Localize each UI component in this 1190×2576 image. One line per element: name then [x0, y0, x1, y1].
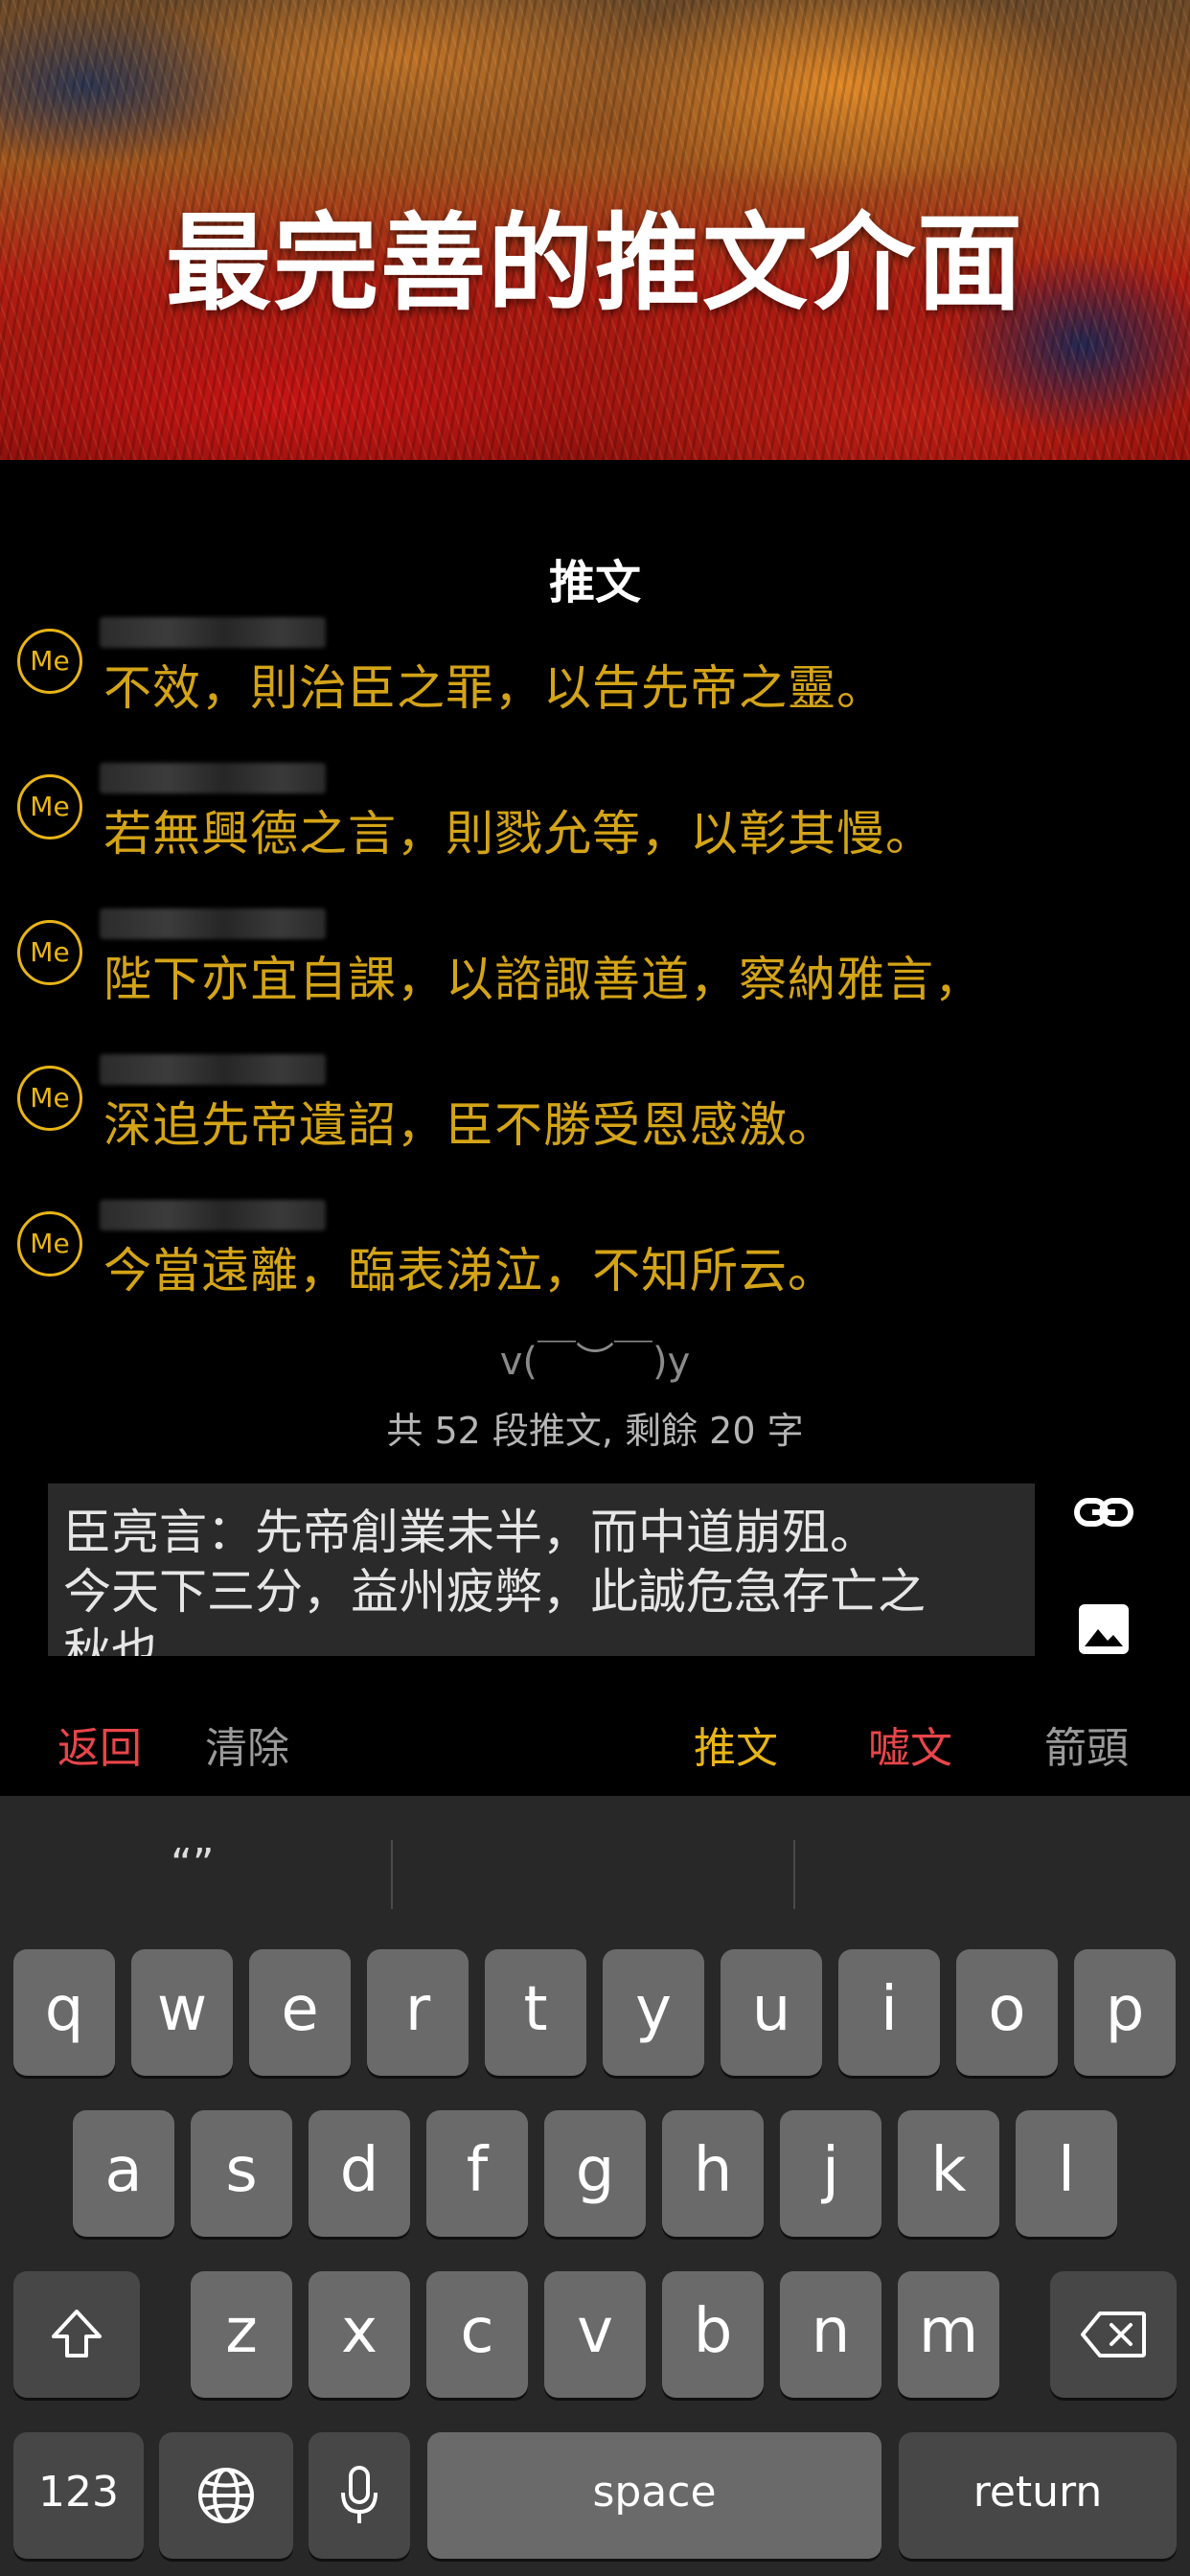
suggestion-item[interactable]: “” — [171, 1840, 215, 1889]
return-key[interactable]: return — [899, 2432, 1177, 2559]
key-c[interactable]: c — [426, 2271, 528, 2398]
hero-title: 最完善的推文介面 — [166, 202, 1024, 325]
home-indicator-area — [0, 2563, 1190, 2576]
clear-button[interactable]: 清除 — [205, 1714, 289, 1775]
key-a[interactable]: a — [73, 2110, 174, 2237]
key-i[interactable]: i — [838, 1949, 940, 2076]
tweet-row[interactable]: Me 深追先帝遺詔，臣不勝受恩感激。 — [0, 1043, 1190, 1177]
key-q[interactable]: q — [13, 1949, 115, 2076]
key-k[interactable]: k — [898, 2110, 999, 2237]
key-m[interactable]: m — [898, 2271, 999, 2398]
action-bar: 返回 清除 推文 嘘文 箭頭 — [0, 1704, 1190, 1781]
sigh-button[interactable]: 嘘文 — [868, 1714, 952, 1775]
key-g[interactable]: g — [544, 2110, 646, 2237]
key-h[interactable]: h — [662, 2110, 764, 2237]
key-z[interactable]: z — [191, 2271, 292, 2398]
blurred-username — [100, 763, 326, 794]
numbers-key[interactable]: 123 — [13, 2432, 144, 2559]
tweet-text: 不效，則治臣之罪，以告先帝之靈。 — [103, 660, 885, 716]
tweet-counter: 共 52 段推文, 剩餘 20 字 — [386, 1410, 804, 1452]
delete-key[interactable] — [1050, 2271, 1177, 2398]
compose-line: 臣亮言：先帝創業未半，而中道崩殂。 — [63, 1505, 878, 1560]
compose-line: 秋也。 — [63, 1623, 207, 1656]
hero-banner: 最完善的推文介面 — [0, 0, 1190, 460]
avatar: Me — [17, 629, 82, 694]
blurred-username — [100, 1054, 326, 1085]
shift-key[interactable] — [13, 2271, 140, 2398]
tweet-row[interactable]: Me 今當遠離，臨表涕泣，不知所云。 — [0, 1188, 1190, 1322]
back-button[interactable]: 返回 — [57, 1714, 142, 1775]
avatar: Me — [17, 1066, 82, 1131]
key-d[interactable]: d — [309, 2110, 410, 2237]
link-icon[interactable] — [1073, 1482, 1134, 1543]
key-s[interactable]: s — [191, 2110, 292, 2237]
tweet-row[interactable]: Me 不效，則治臣之罪，以告先帝之靈。 — [0, 606, 1190, 740]
avatar: Me — [17, 1211, 82, 1276]
suggestion-bar: “” — [0, 1796, 1190, 1917]
suggestion-divider — [391, 1840, 393, 1909]
blurred-username — [100, 908, 326, 939]
key-x[interactable]: x — [309, 2271, 410, 2398]
tweet-text: 若無興德之言，則戮允等，以彰其慢。 — [103, 806, 934, 862]
suggestion-divider — [793, 1840, 795, 1909]
shift-icon — [52, 2310, 102, 2358]
tweet-row[interactable]: Me 陛下亦宜自課，以諮諏善道，察納雅言， — [0, 897, 1190, 1031]
key-e[interactable]: e — [249, 1949, 351, 2076]
image-icon[interactable] — [1073, 1598, 1134, 1660]
tweet-text: 深追先帝遺詔，臣不勝受恩感激。 — [103, 1097, 836, 1153]
key-u[interactable]: u — [721, 1949, 822, 2076]
emoticon-text: v(￣︶￣)y — [499, 1340, 691, 1384]
space-key[interactable]: space — [427, 2432, 881, 2559]
page-title: 推文 — [548, 556, 641, 610]
tweet-row[interactable]: Me 若無興德之言，則戮允等，以彰其慢。 — [0, 751, 1190, 886]
blurred-username — [100, 617, 326, 648]
key-r[interactable]: r — [367, 1949, 469, 2076]
compose-line: 今天下三分，益州疲弊，此誠危急存亡之 — [63, 1564, 926, 1620]
tweet-text: 今當遠離，臨表涕泣，不知所云。 — [103, 1243, 836, 1299]
globe-icon — [198, 2468, 254, 2523]
avatar: Me — [17, 920, 82, 985]
dictation-key[interactable] — [309, 2432, 410, 2559]
tweet-button[interactable]: 推文 — [694, 1714, 778, 1775]
keyboard: “” q w e r t y u i o p a s d f g h j k l… — [0, 1796, 1190, 2576]
globe-key[interactable] — [159, 2432, 293, 2559]
arrow-button[interactable]: 箭頭 — [1044, 1714, 1129, 1775]
key-b[interactable]: b — [662, 2271, 764, 2398]
avatar: Me — [17, 774, 82, 840]
key-f[interactable]: f — [426, 2110, 528, 2237]
tweet-text: 陛下亦宜自課，以諮諏善道，察納雅言， — [103, 952, 983, 1007]
key-v[interactable]: v — [544, 2271, 646, 2398]
compose-textarea[interactable]: 臣亮言：先帝創業未半，而中道崩殂。 今天下三分，益州疲弊，此誠危急存亡之 秋也。 — [48, 1484, 1035, 1656]
key-o[interactable]: o — [956, 1949, 1058, 2076]
key-y[interactable]: y — [603, 1949, 704, 2076]
microphone-icon — [341, 2466, 378, 2523]
key-t[interactable]: t — [485, 1949, 586, 2076]
key-p[interactable]: p — [1074, 1949, 1176, 2076]
backspace-icon — [1081, 2312, 1146, 2358]
key-n[interactable]: n — [780, 2271, 881, 2398]
key-l[interactable]: l — [1016, 2110, 1117, 2237]
key-j[interactable]: j — [780, 2110, 881, 2237]
blurred-username — [100, 1200, 326, 1230]
key-w[interactable]: w — [131, 1949, 233, 2076]
